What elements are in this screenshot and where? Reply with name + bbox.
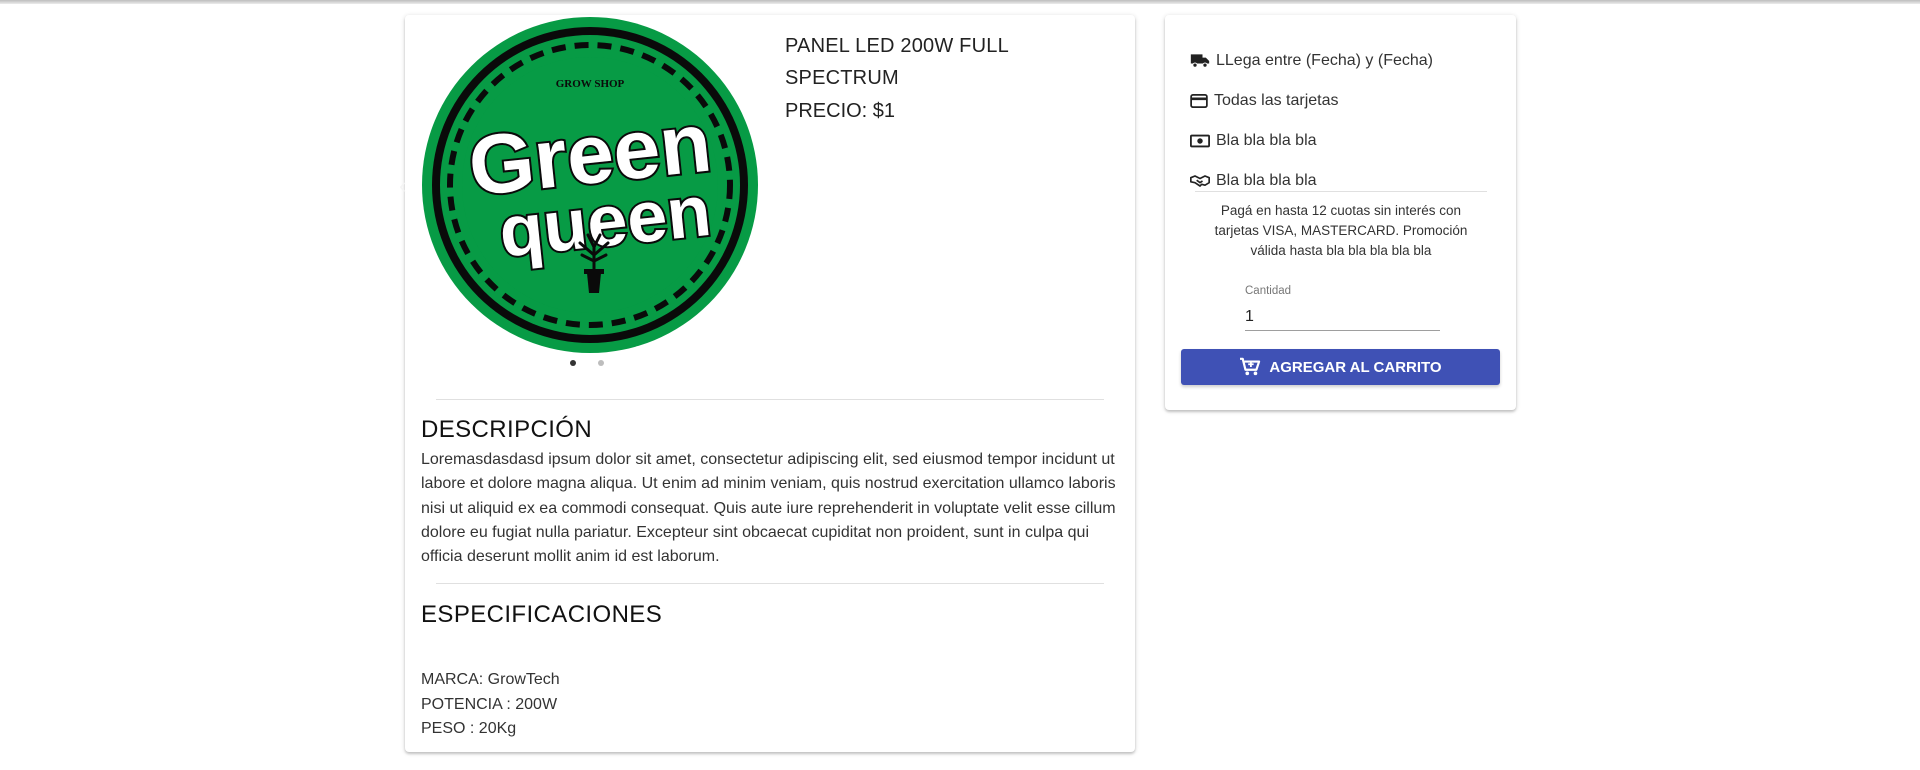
money-row: Bla bla bla bla	[1190, 132, 1317, 150]
spec-item-power: POTENCIA : 200W	[421, 695, 558, 713]
product-price: PRECIO: $1	[785, 100, 896, 122]
handshake-text: Bla bla bla bla	[1216, 172, 1317, 189]
cards-row: Todas las tarjetas	[1190, 92, 1339, 110]
cart-plus-icon	[1240, 357, 1261, 376]
product-card: GROW SHOP Green queen ‹ PANEL LED 200W F…	[399, 15, 1135, 752]
spec-item-weight: PESO : 20Kg	[421, 720, 517, 737]
handshake-icon	[1190, 175, 1210, 187]
shipping-text: LLega entre (Fecha) y (Fecha)	[1216, 52, 1433, 69]
truck-icon	[1190, 54, 1210, 68]
money-text: Bla bla bla bla	[1216, 132, 1317, 149]
carousel-prev-icon[interactable]: ‹	[399, 175, 413, 197]
add-to-cart-button[interactable]: AGREGAR AL CARRITO	[1181, 349, 1500, 385]
divider	[436, 399, 1104, 400]
carousel-dot-1[interactable]	[570, 360, 576, 366]
description-title: DESCRIPCIÓN	[421, 416, 593, 443]
divider	[1195, 191, 1487, 192]
carousel-dots	[570, 360, 604, 366]
top-shadow-bar	[0, 0, 1920, 4]
purchase-card: LLega entre (Fecha) y (Fecha) Todas las …	[1165, 15, 1516, 410]
carousel-dot-2[interactable]	[598, 360, 604, 366]
promo-text: Pagá en hasta 12 cuotas sin interés con …	[1214, 203, 1468, 258]
credit-card-icon	[1190, 94, 1208, 108]
product-title: PANEL LED 200W FULL SPECTRUM	[785, 35, 1009, 89]
green-queen-logo[interactable]: GROW SHOP Green queen	[420, 15, 760, 355]
logo-top-text: GROW SHOP	[556, 78, 625, 90]
money-icon	[1190, 134, 1210, 148]
shipping-row: LLega entre (Fecha) y (Fecha)	[1190, 52, 1433, 70]
spec-item-brand: MARCA: GrowTech	[421, 671, 560, 688]
divider	[436, 583, 1104, 584]
quantity-label: Cantidad	[1245, 285, 1292, 297]
handshake-row: Bla bla bla bla	[1190, 172, 1317, 190]
quantity-input[interactable]	[1245, 303, 1440, 331]
cards-text: Todas las tarjetas	[1214, 92, 1339, 109]
description-text: Loremasdasdasd ipsum dolor sit amet, con…	[421, 451, 1116, 566]
specs-title: ESPECIFICACIONES	[421, 601, 663, 628]
specs-list: MARCA: GrowTech POTENCIA : 200W PESO : 2…	[421, 668, 560, 742]
add-to-cart-label: AGREGAR AL CARRITO	[1269, 358, 1442, 376]
